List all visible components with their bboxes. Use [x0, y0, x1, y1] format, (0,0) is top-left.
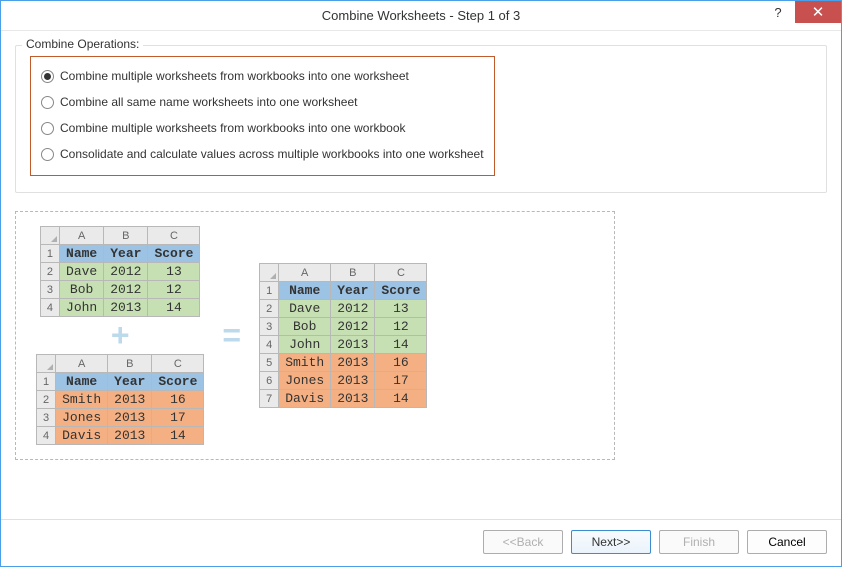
close-button[interactable]: ✕	[795, 1, 841, 23]
preview-table-1: ABC 1NameYearScore 2Dave201213 3Bob20121…	[40, 226, 201, 317]
option-label: Consolidate and calculate values across …	[60, 147, 484, 161]
combine-operations-fieldset: Combine Operations: Combine multiple wor…	[15, 45, 827, 193]
preview-table-result: ABC 1NameYearScore 2Dave201213 3Bob20121…	[259, 263, 427, 408]
finish-button[interactable]: Finish	[659, 530, 739, 554]
option-consolidate-calculate[interactable]: Consolidate and calculate values across …	[41, 141, 484, 167]
help-button[interactable]: ?	[761, 1, 795, 23]
option-label: Combine all same name worksheets into on…	[60, 95, 357, 109]
option-label: Combine multiple worksheets from workboo…	[60, 69, 409, 83]
radio-icon	[41, 70, 54, 83]
dialog-footer: <<Back Next>> Finish Cancel	[1, 519, 841, 566]
titlebar: Combine Worksheets - Step 1 of 3 ? ✕	[1, 1, 841, 31]
back-button[interactable]: <<Back	[483, 530, 563, 554]
radio-icon	[41, 148, 54, 161]
option-label: Combine multiple worksheets from workboo…	[60, 121, 406, 135]
plus-icon: +	[111, 317, 130, 354]
dialog-content: Combine Operations: Combine multiple wor…	[1, 31, 841, 519]
preview-table-2: ABC 1NameYearScore 2Smith201316 3Jones20…	[36, 354, 204, 445]
options-highlight: Combine multiple worksheets from workboo…	[30, 56, 495, 176]
cancel-button[interactable]: Cancel	[747, 530, 827, 554]
option-combine-into-workbook[interactable]: Combine multiple worksheets from workboo…	[41, 115, 484, 141]
next-button[interactable]: Next>>	[571, 530, 651, 554]
preview-illustration: ABC 1NameYearScore 2Dave201213 3Bob20121…	[15, 211, 615, 460]
equals-icon: =	[222, 317, 241, 354]
dialog-window: Combine Worksheets - Step 1 of 3 ? ✕ Com…	[0, 0, 842, 567]
option-combine-into-worksheet[interactable]: Combine multiple worksheets from workboo…	[41, 63, 484, 89]
radio-icon	[41, 122, 54, 135]
fieldset-legend: Combine Operations:	[22, 37, 143, 51]
radio-icon	[41, 96, 54, 109]
option-same-name-worksheets[interactable]: Combine all same name worksheets into on…	[41, 89, 484, 115]
window-title: Combine Worksheets - Step 1 of 3	[322, 8, 520, 23]
